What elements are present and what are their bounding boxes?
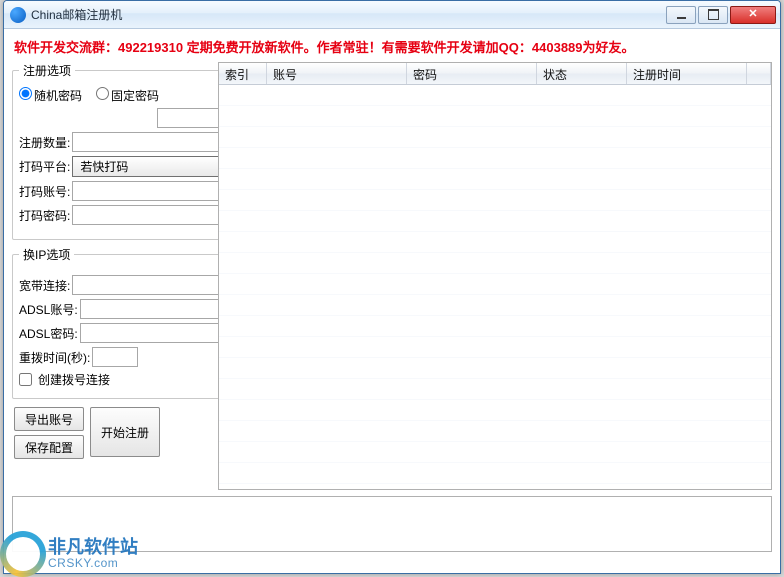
create-dial-checkbox[interactable] bbox=[19, 373, 32, 386]
adsl-pw-label: ADSL密码: bbox=[19, 325, 78, 342]
close-button[interactable] bbox=[730, 6, 776, 24]
create-dial-label: 创建拨号连接 bbox=[38, 371, 110, 388]
watermark-cn: 非凡软件站 bbox=[48, 538, 138, 558]
left-panel: 注册选项 随机密码 固定密码 注册数量: 打码平台:若快打码 打码账号: 打码密… bbox=[12, 62, 212, 490]
grid-col-header[interactable]: 注册时间 bbox=[627, 63, 747, 84]
maximize-button[interactable] bbox=[698, 6, 728, 24]
window-title: China邮箱注册机 bbox=[31, 6, 122, 23]
app-window: China邮箱注册机 软件开发交流群：492219310 定期免费开放新软件。作… bbox=[3, 0, 781, 574]
redial-seconds-input[interactable] bbox=[92, 347, 138, 367]
captcha-platform-select[interactable]: 若快打码 bbox=[72, 156, 235, 177]
grid-col-header[interactable]: 索引 bbox=[219, 63, 267, 84]
watermark: 非凡软件站 CRSKY.com bbox=[0, 531, 138, 577]
grid-col-header[interactable]: 密码 bbox=[407, 63, 537, 84]
captcha-user-input[interactable] bbox=[72, 181, 235, 201]
captcha-pw-input[interactable] bbox=[72, 205, 235, 225]
redial-label: 重拨时间(秒): bbox=[19, 349, 90, 366]
grid-header: 索引账号密码状态注册时间 bbox=[219, 63, 771, 85]
minimize-button[interactable] bbox=[666, 6, 696, 24]
start-register-button[interactable]: 开始注册 bbox=[90, 407, 160, 457]
qty-label: 注册数量: bbox=[19, 134, 70, 151]
banner-text: 软件开发交流群：492219310 定期免费开放新软件。作者常驻！有需要软件开发… bbox=[4, 29, 780, 62]
grid-col-spacer bbox=[747, 63, 771, 84]
titlebar[interactable]: China邮箱注册机 bbox=[4, 1, 780, 29]
adsl-user-label: ADSL账号: bbox=[19, 301, 78, 318]
ip-options-legend: 换IP选项 bbox=[19, 246, 74, 263]
register-options-legend: 注册选项 bbox=[19, 62, 75, 79]
dama-pw-label: 打码密码: bbox=[19, 207, 70, 224]
grid-col-header[interactable]: 账号 bbox=[267, 63, 407, 84]
window-buttons bbox=[666, 6, 778, 24]
results-grid[interactable]: 索引账号密码状态注册时间 bbox=[218, 62, 772, 490]
app-icon bbox=[10, 7, 26, 23]
radio-random-password[interactable]: 随机密码 bbox=[19, 87, 82, 104]
radio-fixed-password[interactable]: 固定密码 bbox=[96, 87, 159, 104]
grid-body[interactable] bbox=[219, 85, 771, 489]
ip-options-group: 换IP选项 宽带连接: ADSL账号: ADSL密码: 重拨时间(秒): 创建拨… bbox=[12, 246, 250, 399]
broadband-label: 宽带连接: bbox=[19, 277, 70, 294]
watermark-en: CRSKY.com bbox=[48, 557, 138, 570]
action-buttons: 导出账号 保存配置 开始注册 bbox=[12, 405, 212, 459]
export-accounts-button[interactable]: 导出账号 bbox=[14, 407, 84, 431]
dama-user-label: 打码账号: bbox=[19, 183, 70, 200]
watermark-logo-icon bbox=[0, 531, 46, 577]
save-config-button[interactable]: 保存配置 bbox=[14, 435, 84, 459]
register-options-group: 注册选项 随机密码 固定密码 注册数量: 打码平台:若快打码 打码账号: 打码密… bbox=[12, 62, 242, 240]
register-qty-input[interactable] bbox=[72, 132, 235, 152]
platform-label: 打码平台: bbox=[19, 158, 70, 175]
grid-col-header[interactable]: 状态 bbox=[537, 63, 627, 84]
